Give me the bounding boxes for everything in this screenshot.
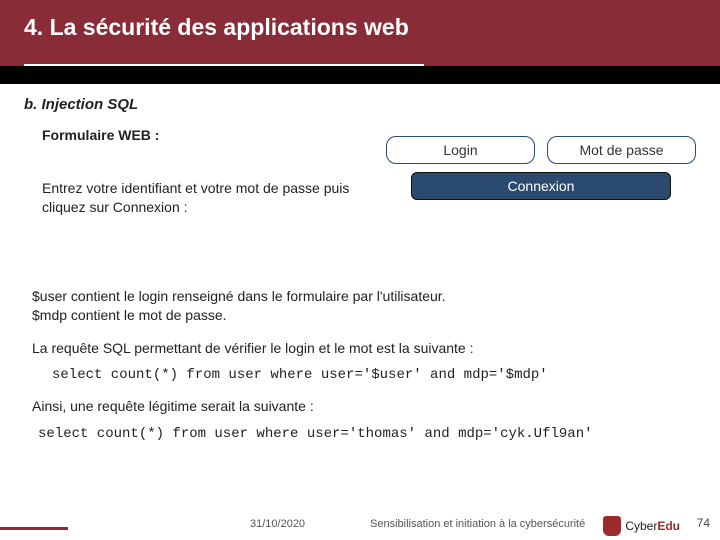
black-band <box>0 66 720 84</box>
logo-text: CyberEdu <box>625 519 680 533</box>
footer-logo: CyberEdu <box>603 516 680 536</box>
title-band: 4. La sécurité des applications web <box>0 0 720 66</box>
logo-prefix: Cyber <box>625 519 657 533</box>
password-input[interactable]: Mot de passe <box>547 136 696 164</box>
code-template: select count(*) from user where user='$u… <box>52 367 696 383</box>
footer-tagline: Sensibilisation et initiation à la cyber… <box>370 518 585 530</box>
shield-icon <box>603 516 621 536</box>
content-area: b. Injection SQL Formulaire WEB : Login … <box>24 96 696 442</box>
line-user: $user contient le login renseigné dans l… <box>32 288 446 304</box>
form-instruction: Entrez votre identifiant et votre mot de… <box>42 179 382 217</box>
paragraph-legit-intro: Ainsi, une requête légitime serait la su… <box>32 397 696 416</box>
footer: 31/10/2020 Sensibilisation et initiation… <box>0 506 720 540</box>
logo-suffix: Edu <box>657 519 680 533</box>
paragraph-user: $user contient le login renseigné dans l… <box>32 287 696 325</box>
slide-title: 4. La sécurité des applications web <box>24 14 696 41</box>
form-row: Login Mot de passe Connexion Entrez votr… <box>24 151 696 217</box>
line-mdp: $mdp contient le mot de passe. <box>32 307 227 323</box>
connect-button[interactable]: Connexion <box>411 172 671 200</box>
footer-date: 31/10/2020 <box>250 518 305 530</box>
login-input[interactable]: Login <box>386 136 535 164</box>
paragraph-query-intro: La requête SQL permettant de vérifier le… <box>32 339 696 358</box>
page-number: 74 <box>697 516 710 530</box>
code-example: select count(*) from user where user='th… <box>38 426 696 442</box>
footer-accent <box>0 527 68 530</box>
section-subtitle: b. Injection SQL <box>24 96 696 113</box>
